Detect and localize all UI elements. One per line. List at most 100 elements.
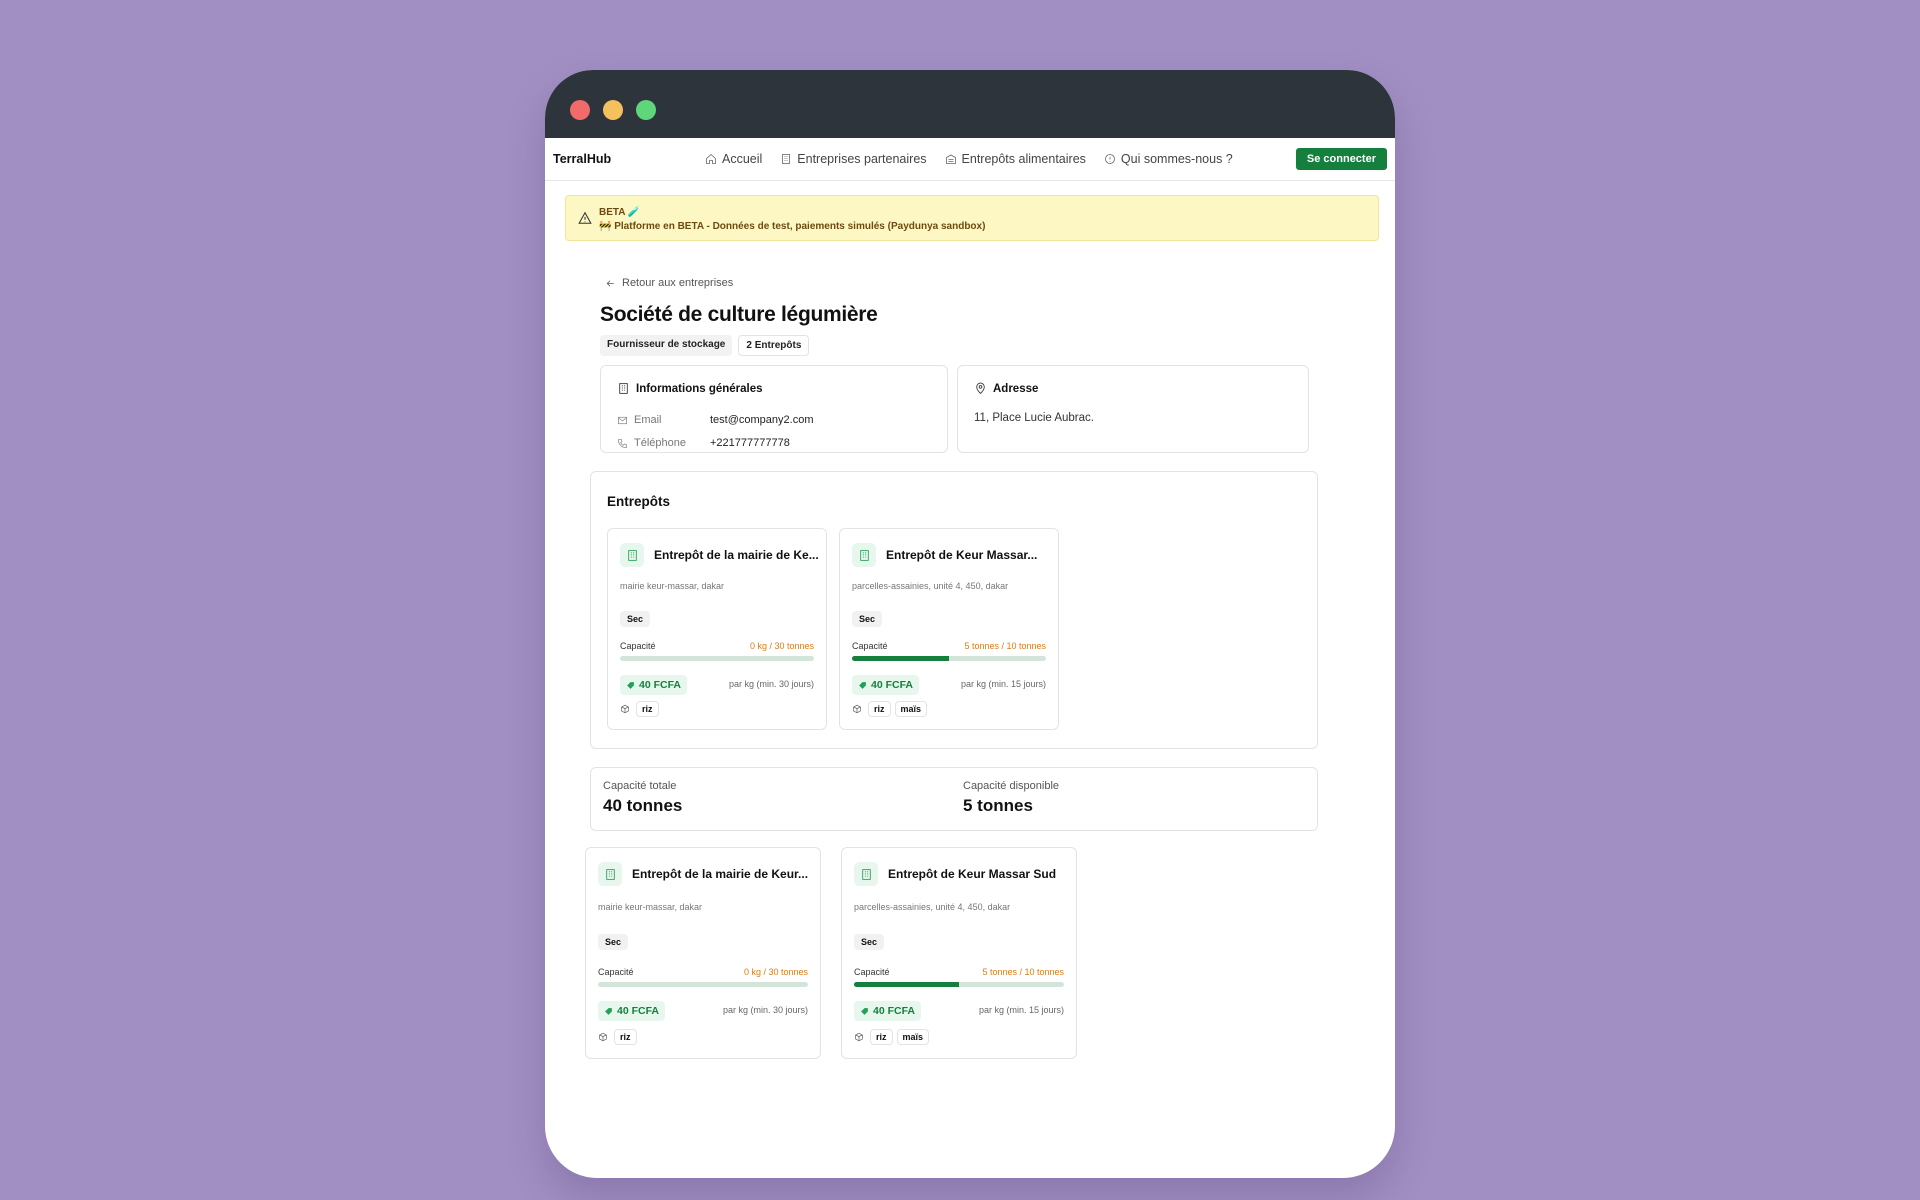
window-titlebar [545, 70, 1395, 138]
brand-logo[interactable]: TerralHub [553, 152, 611, 166]
price-note: par kg (min. 30 jours) [728, 679, 814, 689]
nav-link-label: Entrepôts alimentaires [961, 152, 1086, 166]
warehouse-address: parcelles-assainies, unité 4, 450, dakar [852, 581, 1009, 591]
price-value: 40 FCFA [639, 679, 682, 691]
warehouse-header: Entrepôt de la mairie de Ke... [620, 543, 819, 567]
top-navbar: TerralHub Accueil Entreprises partenaire… [545, 138, 1395, 181]
price-note: par kg (min. 30 jours) [722, 1005, 808, 1015]
nav-link-label: Qui sommes-nous ? [1120, 152, 1233, 166]
back-link[interactable]: Retour aux entreprises [605, 277, 733, 289]
crop-chip: maïs [894, 701, 928, 717]
nav-link-entrepots[interactable]: Entrepôts alimentaires [945, 152, 1086, 166]
close-window-button[interactable] [570, 100, 590, 120]
price-badge: 40 FCFA [598, 1001, 666, 1021]
crop-chip: riz [870, 1029, 893, 1045]
tag-icon [859, 681, 866, 689]
warehouse-icon [620, 543, 644, 567]
price-badge: 40 FCFA [854, 1001, 922, 1021]
warehouse-icon [852, 543, 876, 567]
available-capacity-label: Capacité disponible [963, 780, 1060, 792]
tag-count: 2 Entrepôts [738, 335, 810, 356]
tag-icon [605, 1007, 612, 1015]
warehouse-type-badge: Sec [854, 934, 885, 950]
arrow-left-icon [606, 279, 614, 287]
email-row: Email test@company2.com [617, 414, 814, 426]
crops-list: riz [620, 701, 659, 717]
nav-link-about[interactable]: Qui sommes-nous ? [1104, 152, 1233, 166]
crop-chip: riz [614, 1029, 637, 1045]
capacity-value: 0 kg / 30 tonnes [749, 641, 814, 651]
package-icon [621, 704, 629, 714]
warehouse-card[interactable]: Entrepôt de la mairie de Keur... mairie … [585, 847, 821, 1059]
warehouse-name: Entrepôt de la mairie de Keur... [632, 867, 809, 881]
package-icon [599, 1032, 607, 1042]
phone-value[interactable]: +221777777778 [710, 437, 790, 449]
warehouse-name: Entrepôt de Keur Massar... [886, 548, 1038, 562]
crops-list: riz [598, 1029, 637, 1045]
price-badge: 40 FCFA [620, 675, 688, 695]
nav-link-label: Accueil [722, 152, 763, 166]
warehouse-header: Entrepôt de Keur Massar Sud [854, 862, 1056, 886]
price-note: par kg (min. 15 jours) [978, 1005, 1064, 1015]
package-icon [853, 704, 861, 714]
price-note: par kg (min. 15 jours) [960, 679, 1046, 689]
capacity-label: Capacité [620, 641, 656, 651]
crop-chip: maïs [896, 1029, 930, 1045]
capacity-label: Capacité [852, 641, 888, 651]
capacity-bar [854, 982, 1064, 987]
phone-row: Téléphone +221777777778 [617, 437, 790, 449]
price-value: 40 FCFA [871, 679, 914, 691]
capacity-bar [598, 982, 808, 987]
login-button[interactable]: Se connecter [1295, 148, 1387, 170]
capacity-bar-fill [852, 656, 949, 661]
building-icon [619, 383, 628, 394]
capacity-bar-fill [854, 982, 959, 987]
email-value[interactable]: test@company2.com [710, 414, 814, 426]
capacity-stats: Capacité totale 40 tonnes Capacité dispo… [590, 767, 1318, 831]
nav-link-entreprises[interactable]: Entreprises partenaires [780, 152, 927, 166]
tag-icon [627, 681, 634, 689]
warehouse-type-badge: Sec [620, 611, 651, 627]
card-header: Adresse [974, 382, 1038, 395]
map-pin-icon [976, 382, 985, 394]
package-icon [855, 1032, 863, 1042]
capacity-value: 5 tonnes / 10 tonnes [964, 641, 1046, 651]
beta-text: 🚧 Platforme en BETA - Données de test, p… [599, 221, 986, 232]
tag-icon [861, 1007, 868, 1015]
browser-window: TerralHub Accueil Entreprises partenaire… [545, 70, 1395, 1178]
warehouse-icon [598, 862, 622, 886]
price-value: 40 FCFA [617, 1005, 660, 1017]
warehouse-card[interactable]: Entrepôt de Keur Massar... parcelles-ass… [839, 528, 1059, 730]
page-title: Société de culture légumière [600, 303, 878, 326]
section-title: Entrepôts [607, 494, 671, 509]
warehouse-type-badge: Sec [852, 611, 883, 627]
warehouse-card[interactable]: Entrepôt de la mairie de Ke... mairie ke… [607, 528, 827, 730]
capacity-label: Capacité [854, 967, 890, 977]
price-badge: 40 FCFA [852, 675, 920, 695]
nav-link-label: Entreprises partenaires [797, 152, 927, 166]
back-link-label: Retour aux entreprises [622, 277, 734, 289]
phone-label: Téléphone [634, 437, 686, 449]
card-title: Adresse [993, 382, 1039, 395]
warehouse-address: mairie keur-massar, dakar [598, 902, 703, 912]
warehouse-icon [854, 862, 878, 886]
warehouse-name: Entrepôt de Keur Massar Sud [888, 867, 1057, 881]
maximize-window-button[interactable] [636, 100, 656, 120]
tag-type: Fournisseur de stockage [600, 335, 733, 356]
nav-links: Accueil Entreprises partenaires Entrepôt… [705, 152, 1233, 166]
home-icon [706, 153, 716, 164]
address-card: Adresse 11, Place Lucie Aubrac. [957, 365, 1309, 453]
beta-banner: BETA 🧪 🚧 Platforme en BETA - Données de … [565, 195, 1379, 241]
total-capacity-value: 40 tonnes [603, 796, 683, 815]
total-capacity-label: Capacité totale [603, 780, 677, 792]
crops-list: riz maïs [854, 1029, 930, 1045]
crop-chip: riz [868, 701, 891, 717]
nav-link-accueil[interactable]: Accueil [705, 152, 762, 166]
warehouse-name: Entrepôt de la mairie de Ke... [654, 548, 819, 562]
minimize-window-button[interactable] [603, 100, 623, 120]
general-info-card: Informations générales Email test@compan… [600, 365, 948, 453]
warehouse-type-badge: Sec [598, 934, 629, 950]
crop-chip: riz [636, 701, 659, 717]
warehouse-card[interactable]: Entrepôt de Keur Massar Sud parcelles-as… [841, 847, 1077, 1059]
company-tags: Fournisseur de stockage 2 Entrepôts [600, 335, 810, 356]
